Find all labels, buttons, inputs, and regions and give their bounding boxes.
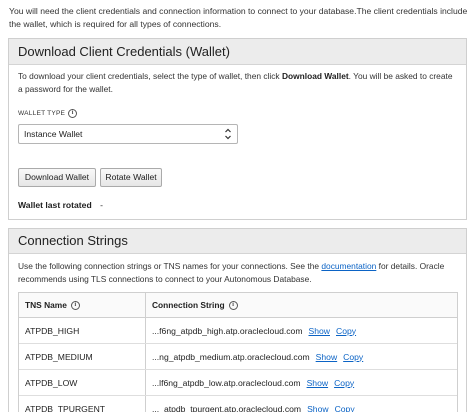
connection-string: ...ng_atpdb_medium.atp.oraclecloud.com <box>152 351 310 362</box>
show-link[interactable]: Show <box>307 404 329 412</box>
show-link[interactable]: Show <box>307 378 329 388</box>
download-credentials-panel: Download Client Credentials (Wallet) To … <box>8 38 467 220</box>
connection-description: Use the following connection strings or … <box>18 261 445 284</box>
tns-name: ATPDB_MEDIUM <box>19 344 146 369</box>
panel-title: Connection Strings <box>9 229 466 254</box>
download-wallet-button[interactable]: Download Wallet <box>18 168 96 187</box>
table-row: ATPDB_HIGH ...f6ng_atpdb_high.atp.oracle… <box>19 318 457 344</box>
copy-link[interactable]: Copy <box>334 378 354 388</box>
copy-link[interactable]: Copy <box>335 404 355 412</box>
copy-link[interactable]: Copy <box>336 326 356 336</box>
connection-string: ..._atpdb_tpurgent.atp.oraclecloud.com <box>152 403 302 412</box>
column-header-tns[interactable]: TNS Name i <box>19 293 146 317</box>
documentation-link[interactable]: documentation <box>321 261 376 271</box>
wallet-type-label: WALLET TYPE i <box>18 109 78 118</box>
table-row: ATPDB_TPURGENT ..._atpdb_tpurgent.atp.or… <box>19 396 457 412</box>
connection-strings-table: TNS Name i Connection String i ATPDB_HIG… <box>18 292 458 412</box>
tns-name: ATPDB_HIGH <box>19 318 146 343</box>
table-header: TNS Name i Connection String i <box>19 293 457 318</box>
wallet-last-rotated: Wallet last rotated - <box>18 200 103 210</box>
copy-link[interactable]: Copy <box>343 352 363 362</box>
intro-text: You will need the client credentials and… <box>9 6 468 29</box>
table-row: ATPDB_LOW ...lf6ng_atpdb_low.atp.oraclec… <box>19 370 457 396</box>
tns-name: ATPDB_TPURGENT <box>19 396 146 412</box>
rotate-wallet-button[interactable]: Rotate Wallet <box>100 168 162 187</box>
download-description: To download your client credentials, sel… <box>18 71 453 94</box>
connection-strings-panel: Connection Strings Use the following con… <box>8 228 467 412</box>
info-icon[interactable]: i <box>68 109 78 118</box>
column-header-connection-string[interactable]: Connection String i <box>146 293 457 317</box>
show-link[interactable]: Show <box>316 352 338 362</box>
chevron-updown-icon <box>225 128 231 140</box>
info-icon[interactable]: i <box>228 300 238 310</box>
tns-name: ATPDB_LOW <box>19 370 146 395</box>
connection-string: ...f6ng_atpdb_high.atp.oraclecloud.com <box>152 325 303 336</box>
table-row: ATPDB_MEDIUM ...ng_atpdb_medium.atp.orac… <box>19 344 457 370</box>
panel-title: Download Client Credentials (Wallet) <box>9 39 466 65</box>
info-icon[interactable]: i <box>70 300 80 310</box>
wallet-type-select[interactable]: Instance Wallet <box>18 124 238 144</box>
show-link[interactable]: Show <box>309 326 331 336</box>
connection-string: ...lf6ng_atpdb_low.atp.oraclecloud.com <box>152 377 301 388</box>
